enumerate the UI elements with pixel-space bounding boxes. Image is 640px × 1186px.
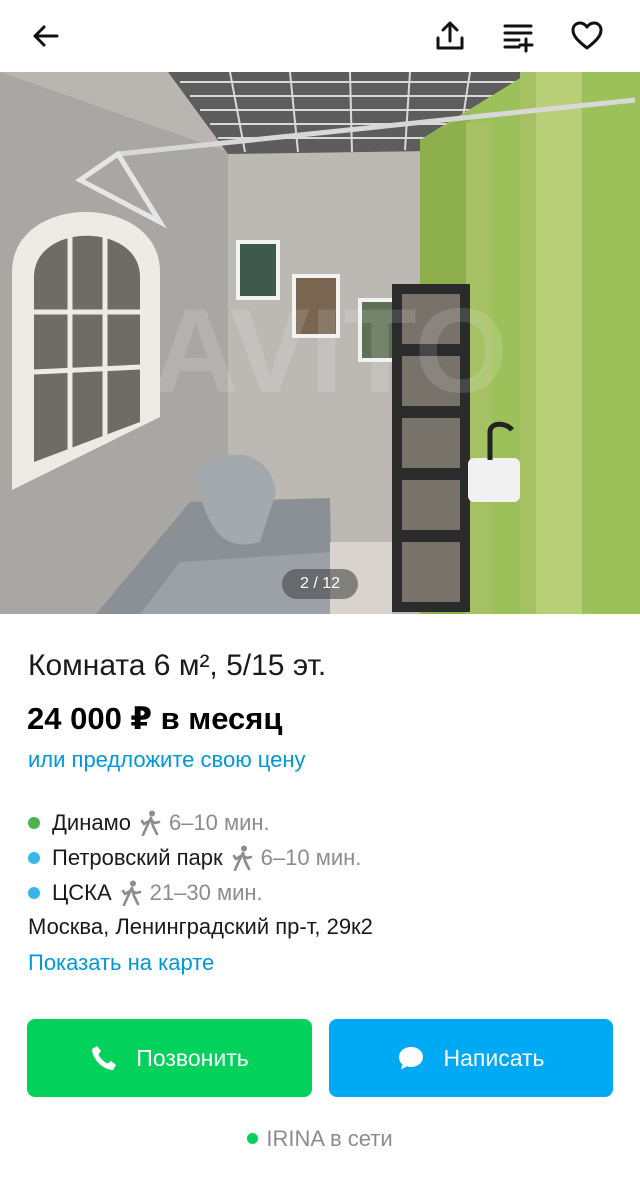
heart-icon — [571, 21, 603, 50]
offer-price-link[interactable]: или предложите свою цену — [28, 744, 306, 776]
call-button-label: Позвонить — [136, 1044, 249, 1071]
metro-item: ЦСКА 21–30 мин. — [28, 875, 628, 910]
metro-item: Динамо 6–10 мин. — [28, 805, 628, 840]
share-button[interactable] — [426, 12, 474, 60]
chat-bubble-icon — [399, 1047, 424, 1070]
walking-icon — [121, 880, 141, 906]
top-bar — [0, 0, 640, 72]
metro-walk-time: 6–10 мин. — [260, 844, 362, 870]
listing-price: 24 000 ₽ в месяц — [27, 701, 283, 736]
photo-counter: 2 / 12 — [282, 569, 358, 599]
metro-line-dot — [28, 816, 40, 829]
walking-icon — [232, 845, 252, 871]
seller-online-text: в сети — [329, 1126, 393, 1151]
add-note-icon — [503, 24, 534, 53]
metro-walk-time: 6–10 мин. — [168, 809, 270, 835]
metro-walk-time: 21–30 мин. — [149, 879, 263, 905]
share-icon — [436, 21, 464, 50]
listing-title: Комната 6 м², 5/15 эт. — [28, 649, 327, 682]
call-button[interactable]: Позвонить — [27, 1019, 312, 1097]
metro-list: Динамо 6–10 мин. Петровский парк 6–10 ми… — [28, 805, 628, 910]
svg-text:AVITO: AVITO — [152, 284, 508, 418]
show-on-map-link[interactable]: Показать на карте — [28, 947, 214, 979]
walking-icon — [140, 810, 161, 836]
add-note-button[interactable] — [494, 12, 542, 60]
favorite-button[interactable] — [563, 12, 611, 60]
metro-name: ЦСКА — [52, 879, 112, 905]
metro-line-dot — [28, 851, 40, 864]
phone-icon — [92, 1046, 117, 1070]
metro-name: Динамо — [52, 809, 131, 835]
photo-gallery[interactable]: AVITO 2 / 12 — [0, 72, 640, 614]
back-button[interactable] — [22, 12, 70, 60]
message-button[interactable]: Написать — [329, 1019, 613, 1097]
metro-line-dot — [28, 886, 40, 899]
message-button-label: Написать — [443, 1044, 545, 1071]
room-photo: AVITO — [0, 72, 640, 614]
metro-item: Петровский парк 6–10 мин. — [28, 840, 628, 875]
metro-name: Петровский парк — [52, 844, 223, 870]
arrow-left-icon — [33, 25, 59, 47]
online-indicator — [247, 1133, 259, 1144]
seller-status: IRINA в сети — [0, 1126, 640, 1152]
address: Москва, Ленинградский пр-т, 29к2 — [28, 914, 373, 939]
seller-name[interactable]: IRINA — [266, 1126, 323, 1151]
